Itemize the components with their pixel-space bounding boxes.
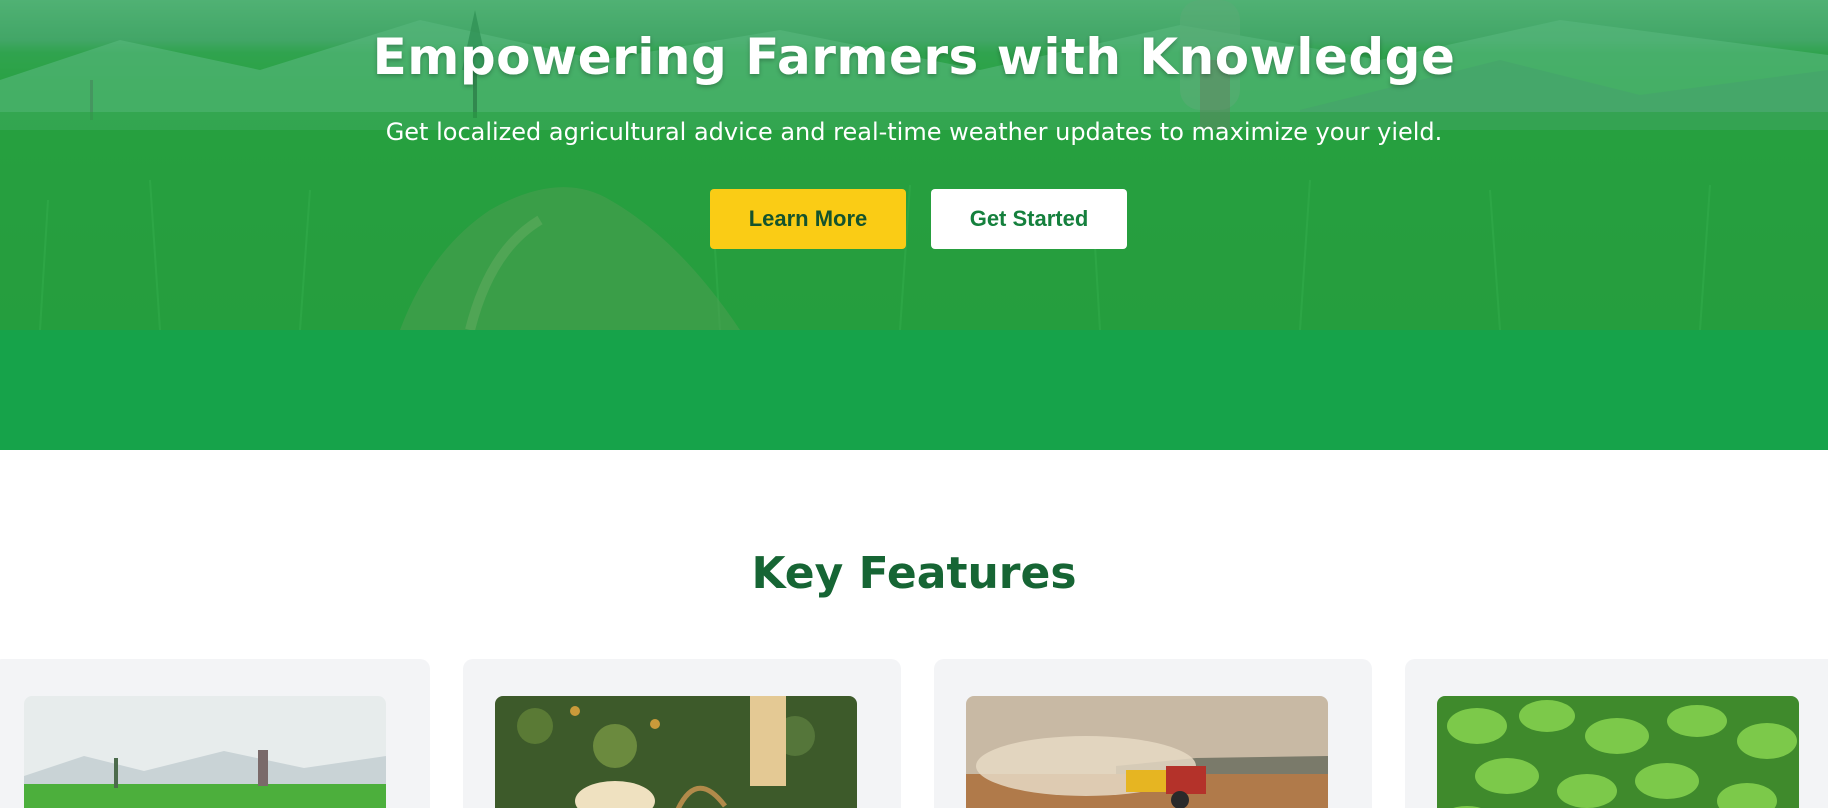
- key-features-heading: Key Features: [751, 548, 1077, 599]
- feature-card[interactable]: [0, 659, 430, 808]
- hero-section: Empowering Farmers with Knowledge Get lo…: [0, 0, 1828, 330]
- green-banner: [0, 330, 1828, 450]
- feature-card-image: [1437, 696, 1799, 808]
- feature-card[interactable]: [934, 659, 1372, 808]
- hero-title: Empowering Farmers with Knowledge: [372, 28, 1456, 86]
- feature-card-image: [495, 696, 857, 808]
- learn-more-button[interactable]: Learn More: [710, 189, 906, 249]
- feature-card[interactable]: [1405, 659, 1828, 808]
- get-started-button[interactable]: Get Started: [931, 189, 1127, 249]
- feature-card-image: [966, 696, 1328, 808]
- feature-card[interactable]: [463, 659, 901, 808]
- feature-card-image: [24, 696, 386, 808]
- hero-subtitle: Get localized agricultural advice and re…: [385, 118, 1443, 146]
